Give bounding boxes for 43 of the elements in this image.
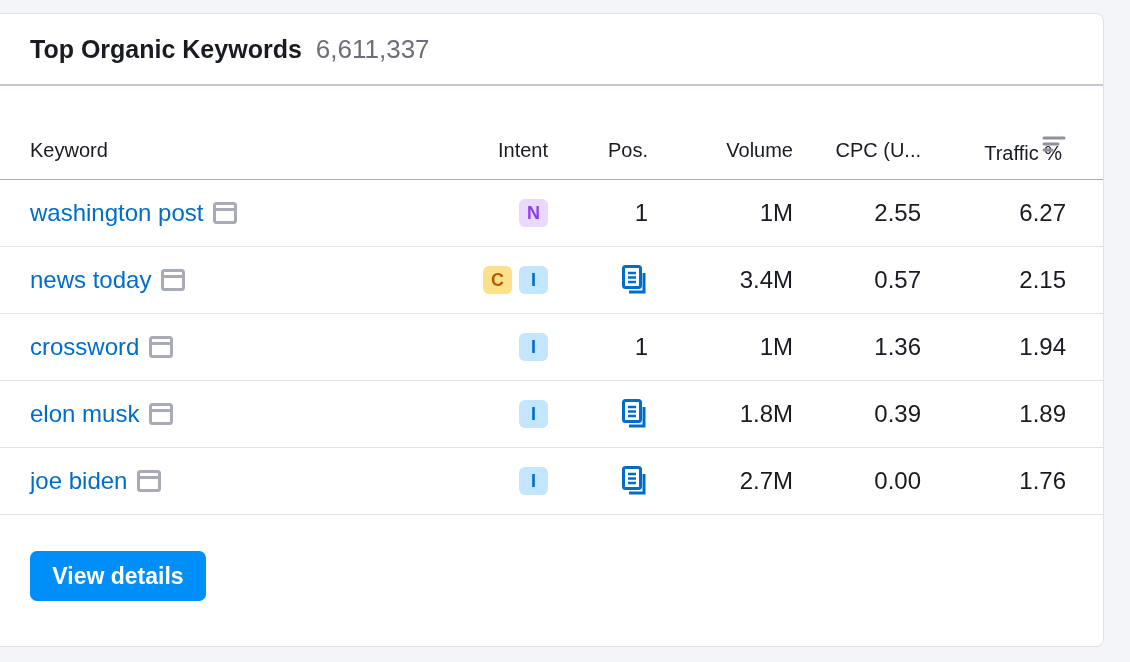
volume-cell: 1M	[759, 199, 793, 227]
column-header[interactable]: Pos.	[607, 139, 648, 162]
position-cell: 1	[634, 333, 648, 361]
column-header[interactable]: CPC (U...	[835, 139, 921, 162]
intent-badge: I	[519, 467, 548, 495]
page-icon	[213, 202, 238, 224]
column-header[interactable]: Volume	[726, 139, 793, 162]
traffic-cell: 1.94	[1019, 333, 1066, 361]
traffic-cell: 6.27	[1019, 199, 1066, 227]
intent-badge: I	[519, 266, 548, 294]
keyword-link[interactable]: crossword	[30, 333, 140, 361]
document-stack-icon	[622, 265, 648, 295]
intent-badge: N	[519, 199, 548, 227]
volume-cell: 3.4M	[739, 266, 793, 294]
cpc-cell: 0.57	[874, 266, 921, 294]
volume-cell: 2.7M	[739, 467, 793, 495]
keyword-link[interactable]: joe biden	[30, 467, 128, 495]
document-stack-icon	[622, 466, 648, 496]
page-icon	[137, 470, 162, 492]
cpc-cell: 1.36	[874, 333, 921, 361]
traffic-cell: 1.76	[1019, 467, 1066, 495]
traffic-cell: 2.15	[1019, 266, 1066, 294]
cpc-cell: 0.00	[874, 467, 921, 495]
position-cell: 1	[634, 199, 648, 227]
volume-cell: 1.8M	[739, 400, 793, 428]
intent-badge: C	[483, 266, 512, 294]
keyword-link[interactable]: news today	[30, 266, 152, 294]
intent-badge: I	[519, 400, 548, 428]
intent-badge: I	[519, 333, 548, 361]
traffic-cell: 1.89	[1019, 400, 1066, 428]
page-icon	[149, 336, 174, 358]
keyword-link[interactable]: elon musk	[30, 400, 140, 428]
column-header[interactable]: Intent	[497, 139, 548, 162]
column-header[interactable]: Keyword	[30, 139, 108, 162]
keyword-count: 6,611,337	[315, 33, 430, 65]
volume-cell: 1M	[759, 333, 793, 361]
page-icon	[161, 269, 186, 291]
keyword-link[interactable]: washington post	[30, 199, 204, 227]
cpc-cell: 2.55	[874, 199, 921, 227]
document-stack-icon	[622, 399, 648, 429]
cpc-cell: 0.39	[874, 400, 921, 428]
page-icon	[149, 403, 174, 425]
card-title: Top Organic Keywords	[30, 34, 302, 64]
